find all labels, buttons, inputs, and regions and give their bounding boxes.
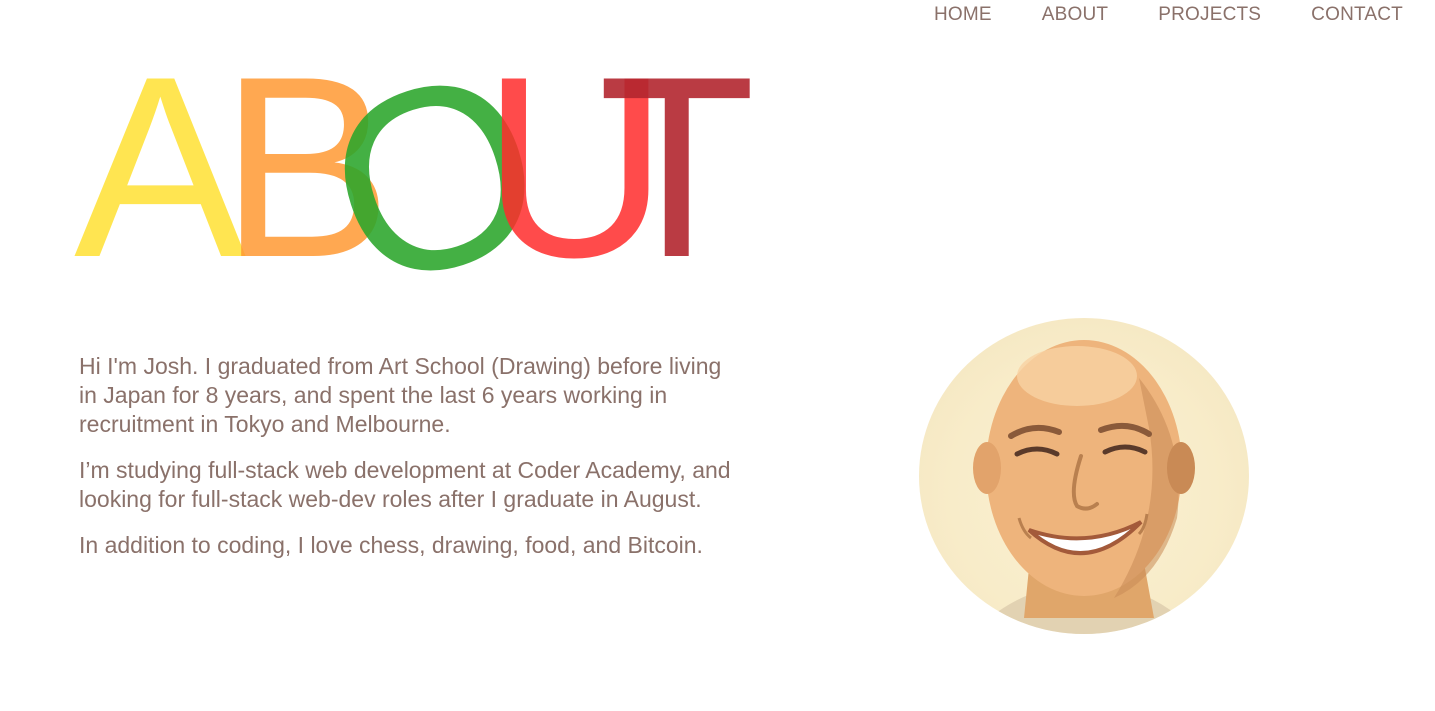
about-page: HOME ABOUT PROJECTS CONTACT A B O U T Hi… bbox=[0, 0, 1435, 711]
nav-link-home[interactable]: HOME bbox=[934, 4, 992, 26]
title-letter-t: T bbox=[598, 22, 756, 311]
page-title-graphic: A B O U T bbox=[74, 9, 756, 346]
nav-link-contact[interactable]: CONTACT bbox=[1311, 4, 1403, 26]
top-nav: HOME ABOUT PROJECTS CONTACT bbox=[934, 4, 1403, 26]
bio-paragraph-hobbies: In addition to coding, I love chess, dra… bbox=[79, 532, 703, 558]
profile-portrait bbox=[973, 340, 1195, 634]
nav-link-about[interactable]: ABOUT bbox=[1042, 4, 1108, 26]
bio-section: Hi I'm Josh. I graduated from Art School… bbox=[79, 352, 739, 577]
profile-avatar bbox=[919, 318, 1249, 634]
nav-link-projects[interactable]: PROJECTS bbox=[1158, 4, 1261, 26]
bio-paragraph-studies: I’m studying full-stack web development … bbox=[79, 457, 731, 512]
bio-paragraph-intro: Hi I'm Josh. I graduated from Art School… bbox=[79, 353, 722, 437]
page-title: A B O U T bbox=[70, 9, 770, 346]
